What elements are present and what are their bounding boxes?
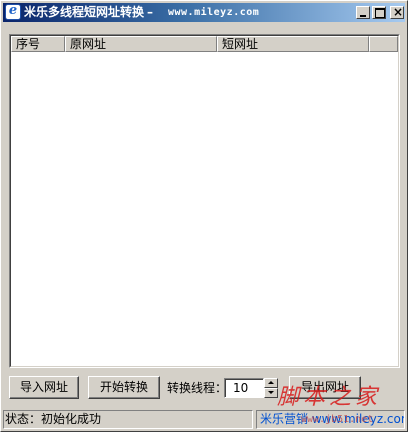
import-urls-button[interactable]: 导入网址: [9, 376, 79, 399]
title-separator: –: [147, 5, 153, 19]
url-list-body[interactable]: 序号 原网址 短网址: [10, 35, 399, 367]
thread-count-input[interactable]: 10: [224, 378, 264, 398]
spin-down-icon[interactable]: [264, 388, 278, 398]
list-header: 序号 原网址 短网址: [11, 36, 398, 52]
close-button[interactable]: ×: [390, 5, 404, 19]
watermark-logo: 脚本之家: [277, 385, 382, 410]
maximize-button[interactable]: [372, 6, 386, 19]
watermark-url: www.jb51.net: [301, 414, 374, 425]
status-text: 状态：初始化成功: [3, 410, 253, 429]
spin-up-icon[interactable]: [264, 378, 278, 388]
column-header-original-url[interactable]: 原网址: [65, 36, 217, 52]
title-bar[interactable]: e 米乐多线程短网址转换 – www.mileyz.com ×: [3, 3, 405, 22]
close-icon: ×: [393, 5, 404, 19]
main-window: e 米乐多线程短网址转换 – www.mileyz.com × 序号 原网址 短…: [0, 0, 408, 432]
column-header-short-url[interactable]: 短网址: [217, 36, 369, 52]
column-header-filler: [369, 36, 398, 52]
app-icon[interactable]: e: [5, 3, 21, 20]
column-header-index[interactable]: 序号: [11, 36, 65, 52]
app-icon-glyph: e: [8, 3, 18, 18]
minimize-button[interactable]: [356, 6, 370, 19]
title-url: www.mileyz.com: [168, 7, 260, 18]
thread-count-spinner[interactable]: [264, 378, 278, 398]
thread-count-label: 转换线程：: [167, 381, 228, 395]
start-convert-button[interactable]: 开始转换: [88, 376, 160, 399]
url-list-view[interactable]: 序号 原网址 短网址: [9, 34, 400, 368]
window-title: 米乐多线程短网址转换: [24, 5, 145, 19]
